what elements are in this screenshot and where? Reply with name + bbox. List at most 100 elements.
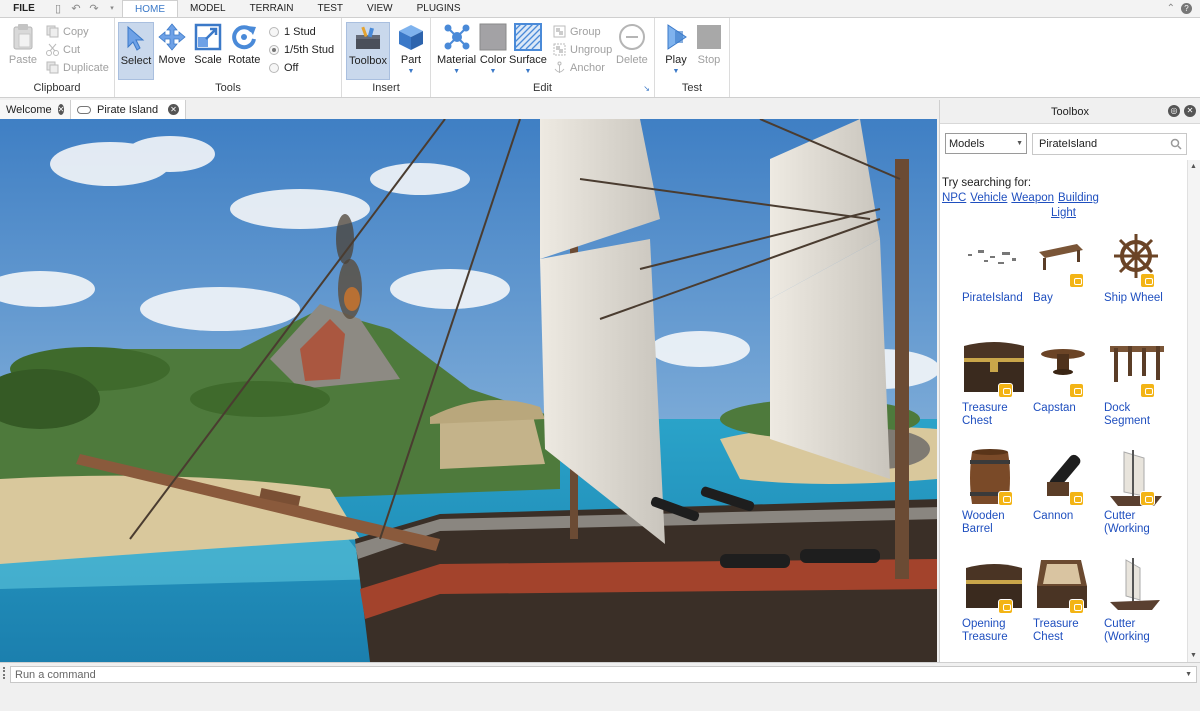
delete-icon [617, 22, 647, 52]
insert-group: Toolbox Part ▼ Insert [342, 18, 431, 97]
float-panel-icon[interactable]: ◎ [1168, 105, 1180, 117]
part-dropdown-icon[interactable]: ▼ [408, 68, 415, 75]
surface-button[interactable]: Surface ▼ [509, 22, 547, 75]
new-file-icon[interactable]: ▯ [52, 3, 64, 15]
suggestion-light[interactable]: Light [1051, 207, 1076, 219]
snap-fifth-stud-label: 1/5th Stud [284, 44, 335, 56]
play-icon [661, 22, 691, 52]
dock-icon [1104, 340, 1174, 402]
tab-test[interactable]: TEST [305, 0, 355, 17]
toolbox-item-name: Capstan [1033, 402, 1076, 414]
duplicate-label: Duplicate [63, 61, 109, 74]
snap-1-stud-radio[interactable]: 1 Stud [269, 26, 316, 38]
snap-off-radio[interactable]: Off [269, 62, 298, 74]
collapse-ribbon-icon[interactable]: ⌃ [1167, 3, 1175, 14]
radio-dot [269, 27, 279, 37]
part-cube-icon [396, 22, 426, 52]
toolbox-item-name: Cutter (Working [1104, 510, 1150, 535]
stop-button[interactable]: Stop [694, 22, 724, 66]
anchor-button[interactable]: Anchor [553, 61, 605, 74]
close-icon[interactable]: ✕ [1184, 105, 1196, 117]
tab-home[interactable]: HOME [122, 0, 178, 17]
suggestion-weapon[interactable]: Weapon [1011, 192, 1054, 204]
edit-group: Material ▼ Color ▼ Surface ▼ Group Ungro… [431, 18, 655, 97]
play-label: Play [665, 54, 687, 66]
chevron-down-icon: ▼ [1016, 140, 1023, 147]
stop-icon [694, 22, 724, 52]
paste-label: Paste [8, 54, 38, 66]
toolbox-item-name: Cutter (Working [1104, 618, 1150, 643]
3d-viewport[interactable] [0, 119, 937, 662]
customize-icon[interactable]: ▾ [106, 3, 118, 15]
group-button[interactable]: Group [553, 25, 601, 38]
delete-label: Delete [616, 54, 648, 66]
color-dropdown-icon[interactable]: ▼ [490, 68, 497, 75]
select-button[interactable]: Select [118, 22, 154, 80]
rotate-icon [229, 22, 259, 52]
tab-terrain[interactable]: TERRAIN [238, 0, 306, 17]
verified-badge-icon [1069, 273, 1084, 288]
play-button[interactable]: Play ▼ [661, 22, 691, 75]
help-icon[interactable]: ? [1181, 3, 1192, 14]
snap-fifth-stud-radio[interactable]: 1/5th Stud [269, 44, 334, 56]
paste-button[interactable]: Paste [8, 22, 38, 66]
tab-view[interactable]: VIEW [355, 0, 405, 17]
radio-dot [269, 63, 279, 73]
toolbox-item-name: Cannon [1033, 510, 1074, 522]
material-button[interactable]: Material ▼ [437, 22, 476, 75]
scroll-up-icon[interactable]: ▲ [1190, 163, 1197, 170]
tab-pirate-island[interactable]: Pirate Island ✕ [71, 100, 186, 119]
material-label: Material [437, 54, 477, 66]
toolbox-search-input[interactable]: PirateIsland [1032, 133, 1187, 155]
redo-icon[interactable]: ↷ [88, 3, 100, 15]
toolbox-item-name: PirateIsland [962, 292, 1023, 304]
drag-handle-icon[interactable] [3, 667, 5, 679]
suggestion-npc[interactable]: NPC [942, 192, 966, 204]
verified-badge-icon [1069, 491, 1084, 506]
move-arrows-icon [157, 22, 187, 52]
tab-plugins[interactable]: PLUGINS [405, 0, 473, 17]
category-dropdown[interactable]: Models ▼ [945, 133, 1027, 154]
verified-badge-icon [1069, 383, 1084, 398]
duplicate-button[interactable]: Duplicate [46, 61, 109, 74]
ungroup-button[interactable]: Ungroup [553, 43, 612, 56]
color-button[interactable]: Color ▼ [478, 22, 508, 75]
stop-label: Stop [697, 54, 721, 66]
capstan-icon [1033, 340, 1103, 402]
part-button[interactable]: Part ▼ [396, 22, 426, 75]
scale-button[interactable]: Scale [193, 22, 223, 66]
undo-icon[interactable]: ↶ [70, 3, 82, 15]
close-icon[interactable]: ✕ [168, 104, 179, 115]
tab-welcome[interactable]: Welcome ✕ [0, 100, 71, 119]
menu-file[interactable]: FILE [0, 0, 48, 17]
delete-button[interactable]: Delete [616, 22, 648, 66]
ship-icon [1104, 448, 1174, 510]
move-button[interactable]: Move [157, 22, 187, 66]
search-icon[interactable] [1170, 138, 1182, 150]
toolbox-button[interactable]: Toolbox [346, 22, 390, 80]
toolbox-item-name: Ship Wheel [1104, 292, 1163, 304]
material-dropdown-icon[interactable]: ▼ [453, 68, 460, 75]
suggestion-building[interactable]: Building [1058, 192, 1099, 204]
toolbox-scrollbar[interactable]: ▲ ▼ [1187, 160, 1200, 662]
suggestion-vehicle[interactable]: Vehicle [970, 192, 1007, 204]
duplicate-icon [46, 61, 59, 74]
tab-model[interactable]: MODEL [178, 0, 238, 17]
command-input[interactable]: Run a command ▼ [10, 666, 1197, 683]
close-icon[interactable]: ✕ [57, 104, 65, 115]
color-label: Color [479, 54, 507, 66]
scroll-down-icon[interactable]: ▼ [1190, 652, 1197, 659]
toolbox-item-name: Opening Treasure [962, 618, 1008, 643]
surface-dropdown-icon[interactable]: ▼ [524, 68, 531, 75]
search-suggestions: Try searching for: NPC Vehicle Weapon Build… [942, 176, 1188, 221]
snap-off-label: Off [284, 62, 299, 74]
copy-button[interactable]: Copy [46, 25, 89, 38]
rotate-button[interactable]: Rotate [228, 22, 260, 66]
chevron-down-icon[interactable]: ▼ [1185, 671, 1192, 678]
group-label: Group [570, 25, 601, 38]
play-dropdown-icon[interactable]: ▼ [673, 68, 680, 75]
island-icon [962, 230, 1032, 292]
cut-button[interactable]: Cut [46, 43, 80, 56]
document-tab-bar: Welcome ✕ Pirate Island ✕ [0, 100, 938, 119]
select-label: Select [120, 55, 152, 67]
